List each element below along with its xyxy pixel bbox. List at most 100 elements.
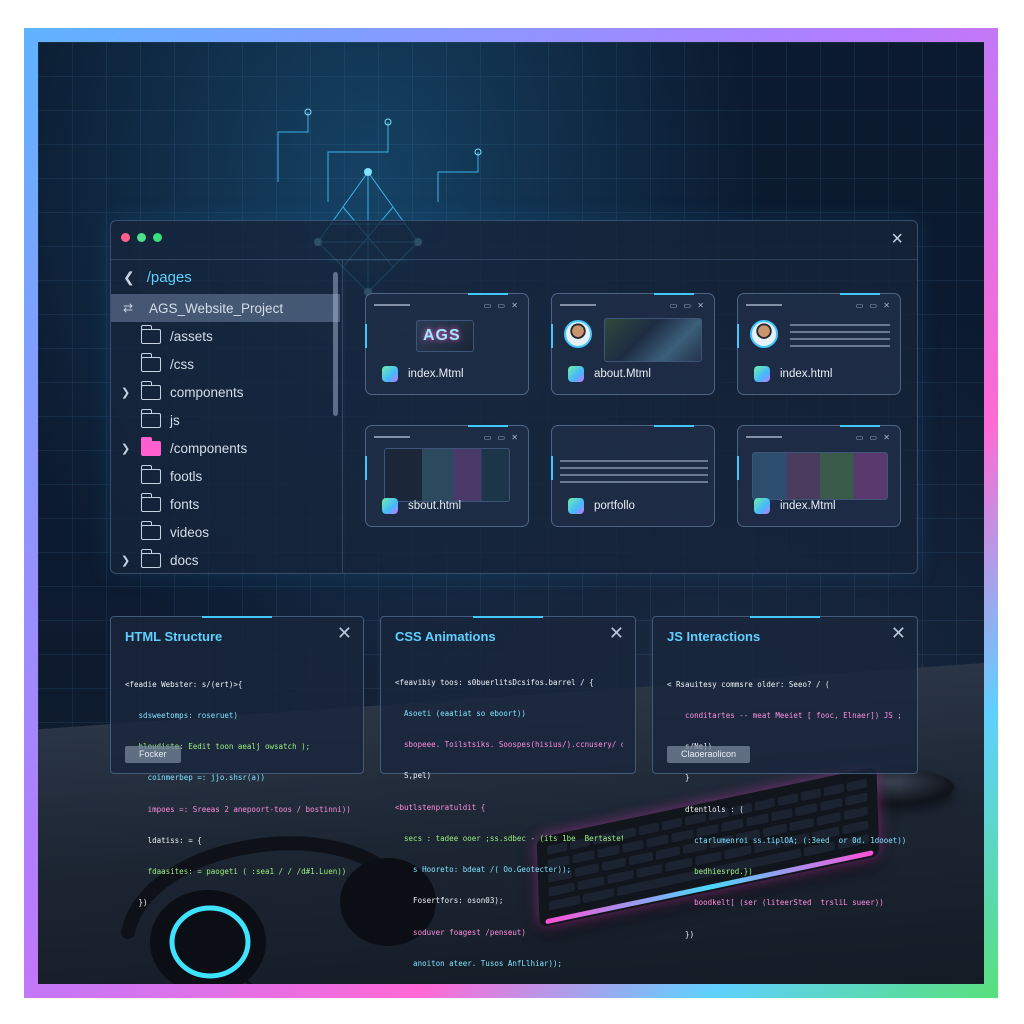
avatar bbox=[564, 320, 592, 348]
code-panel-html: HTML Structure ✕ <feadie Webster: s/(ert… bbox=[110, 616, 364, 907]
tree-item-label: components bbox=[170, 384, 244, 400]
tree-item-fonts[interactable]: ▸ fonts bbox=[111, 490, 342, 518]
tree-item-components-alt[interactable]: ❯ /components bbox=[111, 434, 342, 462]
file-card[interactable]: portfollo bbox=[551, 425, 715, 527]
thumbnail: AGS bbox=[416, 320, 474, 352]
folder-icon bbox=[140, 548, 161, 568]
file-card[interactable]: ▭ ▭ ✕ index.html bbox=[737, 293, 901, 395]
code-line: soduver foagest /penseut) bbox=[395, 927, 526, 937]
folder-icon bbox=[140, 324, 161, 344]
tree-item-videos[interactable]: ▸ videos bbox=[111, 518, 342, 546]
tree-item-footls[interactable]: ▸ footls bbox=[111, 462, 342, 490]
file-cards-grid: ▭ ▭ ✕ AGS index.Mtml ▭ ▭ ✕ about.Mtml ▭ … bbox=[365, 293, 905, 533]
code-line: ctarlumenroi ss.tiplOA; (:3eed or 0d. 1d… bbox=[667, 835, 905, 845]
tree-item-assets[interactable]: ▸ /assets bbox=[111, 322, 342, 350]
panel-title: JS Interactions bbox=[667, 629, 761, 644]
code-line: <butlstenpratuldit { bbox=[395, 802, 486, 812]
tree-item-project[interactable]: ⇄ AGS_Website_Project bbox=[111, 294, 340, 322]
chevron-right-icon[interactable]: ❯ bbox=[121, 442, 135, 455]
chevron-right-icon[interactable]: ❯ bbox=[121, 554, 135, 567]
tree-item-label: videos bbox=[170, 524, 210, 540]
folder-pink-icon bbox=[140, 436, 161, 456]
card-filename: about.Mtml bbox=[594, 368, 651, 380]
chevron-right-icon[interactable]: ❯ bbox=[121, 386, 135, 399]
code-panel-js: JS Interactions ✕ < Rsauitesy commsre ol… bbox=[652, 616, 918, 939]
thumbnail bbox=[752, 452, 888, 500]
card-footer: portfollo bbox=[568, 498, 635, 514]
code-line: coinmerbep =: jjo.shsr(a)) bbox=[125, 773, 265, 783]
tree-item-docs[interactable]: ❯ docs bbox=[111, 546, 342, 574]
code-line: anoiton ateer. Tusos AnfLlhiar)); bbox=[395, 958, 563, 968]
code-line: sbopeee. Toilstsiks. Soospes(hisius/).cc… bbox=[404, 740, 623, 750]
thumbnail bbox=[384, 448, 510, 502]
clearcolicon-button[interactable]: Claoeraolicon bbox=[667, 746, 751, 763]
file-card[interactable]: ▭ ▭ ✕ AGS index.Mtml bbox=[365, 293, 529, 395]
project-icon: ⇄ bbox=[123, 301, 134, 315]
sidebar: ❮ /pages ⇄ AGS_Website_Project ▸ /assets… bbox=[111, 260, 343, 573]
chevron-left-icon[interactable]: ❮ bbox=[123, 269, 135, 286]
code-line: ldatiss: = { bbox=[125, 835, 202, 845]
close-icon[interactable]: ✕ bbox=[337, 623, 352, 644]
panel-title: CSS Animations bbox=[395, 629, 496, 644]
card-footer: sbout.html bbox=[382, 498, 461, 514]
file-card[interactable]: ▭ ▭ ✕ about.Mtml bbox=[551, 293, 715, 395]
code-line: } bbox=[667, 773, 690, 783]
tree-item-label: /assets bbox=[170, 328, 213, 344]
close-icon[interactable]: ✕ bbox=[609, 623, 624, 644]
window-controls bbox=[121, 233, 162, 242]
file-card[interactable]: ▭ ▭ ✕ index.Mtml bbox=[737, 425, 901, 527]
text-preview bbox=[560, 460, 708, 486]
panel-title: HTML Structure bbox=[125, 629, 223, 644]
code-block: <feavibiy toos: s0buerlitsDcsifos.barrel… bbox=[395, 657, 623, 984]
card-titlebar: ▭ ▭ ✕ bbox=[374, 432, 520, 442]
code-line: bedhiesrpd.}) bbox=[667, 867, 753, 877]
card-filename: index.Mtml bbox=[780, 500, 836, 512]
code-line: sdsweetomps: roseruet) bbox=[125, 711, 238, 721]
folder-icon bbox=[140, 464, 161, 484]
close-window-dot[interactable] bbox=[121, 233, 130, 242]
code-line: Asoeti (eaatiat so eboort)) bbox=[395, 709, 526, 719]
code-panel-css: CSS Animations ✕ <feavibiy toos: s0buerl… bbox=[380, 616, 636, 968]
card-filename: sbout.html bbox=[408, 500, 462, 512]
code-line: boodkelt[ (ser (liteerSted trsliL sueer)… bbox=[667, 898, 884, 908]
file-icon bbox=[382, 498, 398, 514]
card-titlebar: ▭ ▭ ✕ bbox=[374, 300, 520, 310]
avatar bbox=[750, 320, 778, 348]
thumbnail bbox=[604, 318, 702, 362]
tree-item-css[interactable]: ▸ /css bbox=[111, 350, 342, 378]
close-icon[interactable]: × bbox=[891, 228, 903, 251]
card-titlebar: ▭ ▭ ✕ bbox=[746, 432, 892, 442]
gradient-frame: × ❮ /pages ⇄ AGS_Website_Project ▸ /asse… bbox=[24, 28, 998, 998]
focker-button[interactable]: Focker bbox=[125, 746, 181, 763]
code-line: s Hooreto: bdeat /( Oo.Geotecter)); bbox=[395, 865, 572, 875]
file-icon bbox=[754, 366, 770, 382]
code-line: < Rsauitesy commsre older: Seeo? / ( bbox=[667, 679, 830, 689]
tree-item-label: /css bbox=[170, 356, 195, 372]
file-icon bbox=[568, 366, 584, 382]
code-line: fdaasites: = paogeti ( :sea1 / / /d#1.Lu… bbox=[125, 867, 347, 877]
minimize-window-dot[interactable] bbox=[137, 233, 146, 242]
file-card[interactable]: ▭ ▭ ✕ sbout.html bbox=[365, 425, 529, 527]
tree-item-label: js bbox=[170, 412, 180, 428]
folder-icon bbox=[140, 352, 161, 372]
thumbnail-logo-text: AGS bbox=[423, 327, 461, 344]
tree-item-components[interactable]: ❯ components bbox=[111, 378, 342, 406]
code-block: <feadie Webster: s/(ert)>{ sdsweetomps: … bbox=[125, 659, 351, 930]
maximize-window-dot[interactable] bbox=[153, 233, 162, 242]
close-icon[interactable]: ✕ bbox=[891, 623, 906, 644]
folder-icon bbox=[140, 520, 161, 540]
folder-icon bbox=[140, 408, 161, 428]
file-icon bbox=[754, 498, 770, 514]
code-line: secs : tadee ooer ;ss.sdbec - (its 1be B… bbox=[395, 833, 623, 843]
tree-item-label: /components bbox=[170, 440, 248, 456]
current-path: /pages bbox=[146, 268, 192, 286]
card-footer: about.Mtml bbox=[568, 366, 651, 382]
sidebar-scrollbar[interactable] bbox=[333, 272, 338, 416]
code-line: }) bbox=[667, 929, 695, 939]
card-filename: index.Mtml bbox=[408, 368, 464, 380]
tree-item-js[interactable]: ▸ js bbox=[111, 406, 342, 434]
tree-item-label: fonts bbox=[170, 496, 200, 512]
card-filename: index.html bbox=[780, 368, 833, 380]
folder-icon bbox=[140, 380, 161, 400]
scene: × ❮ /pages ⇄ AGS_Website_Project ▸ /asse… bbox=[38, 42, 984, 984]
